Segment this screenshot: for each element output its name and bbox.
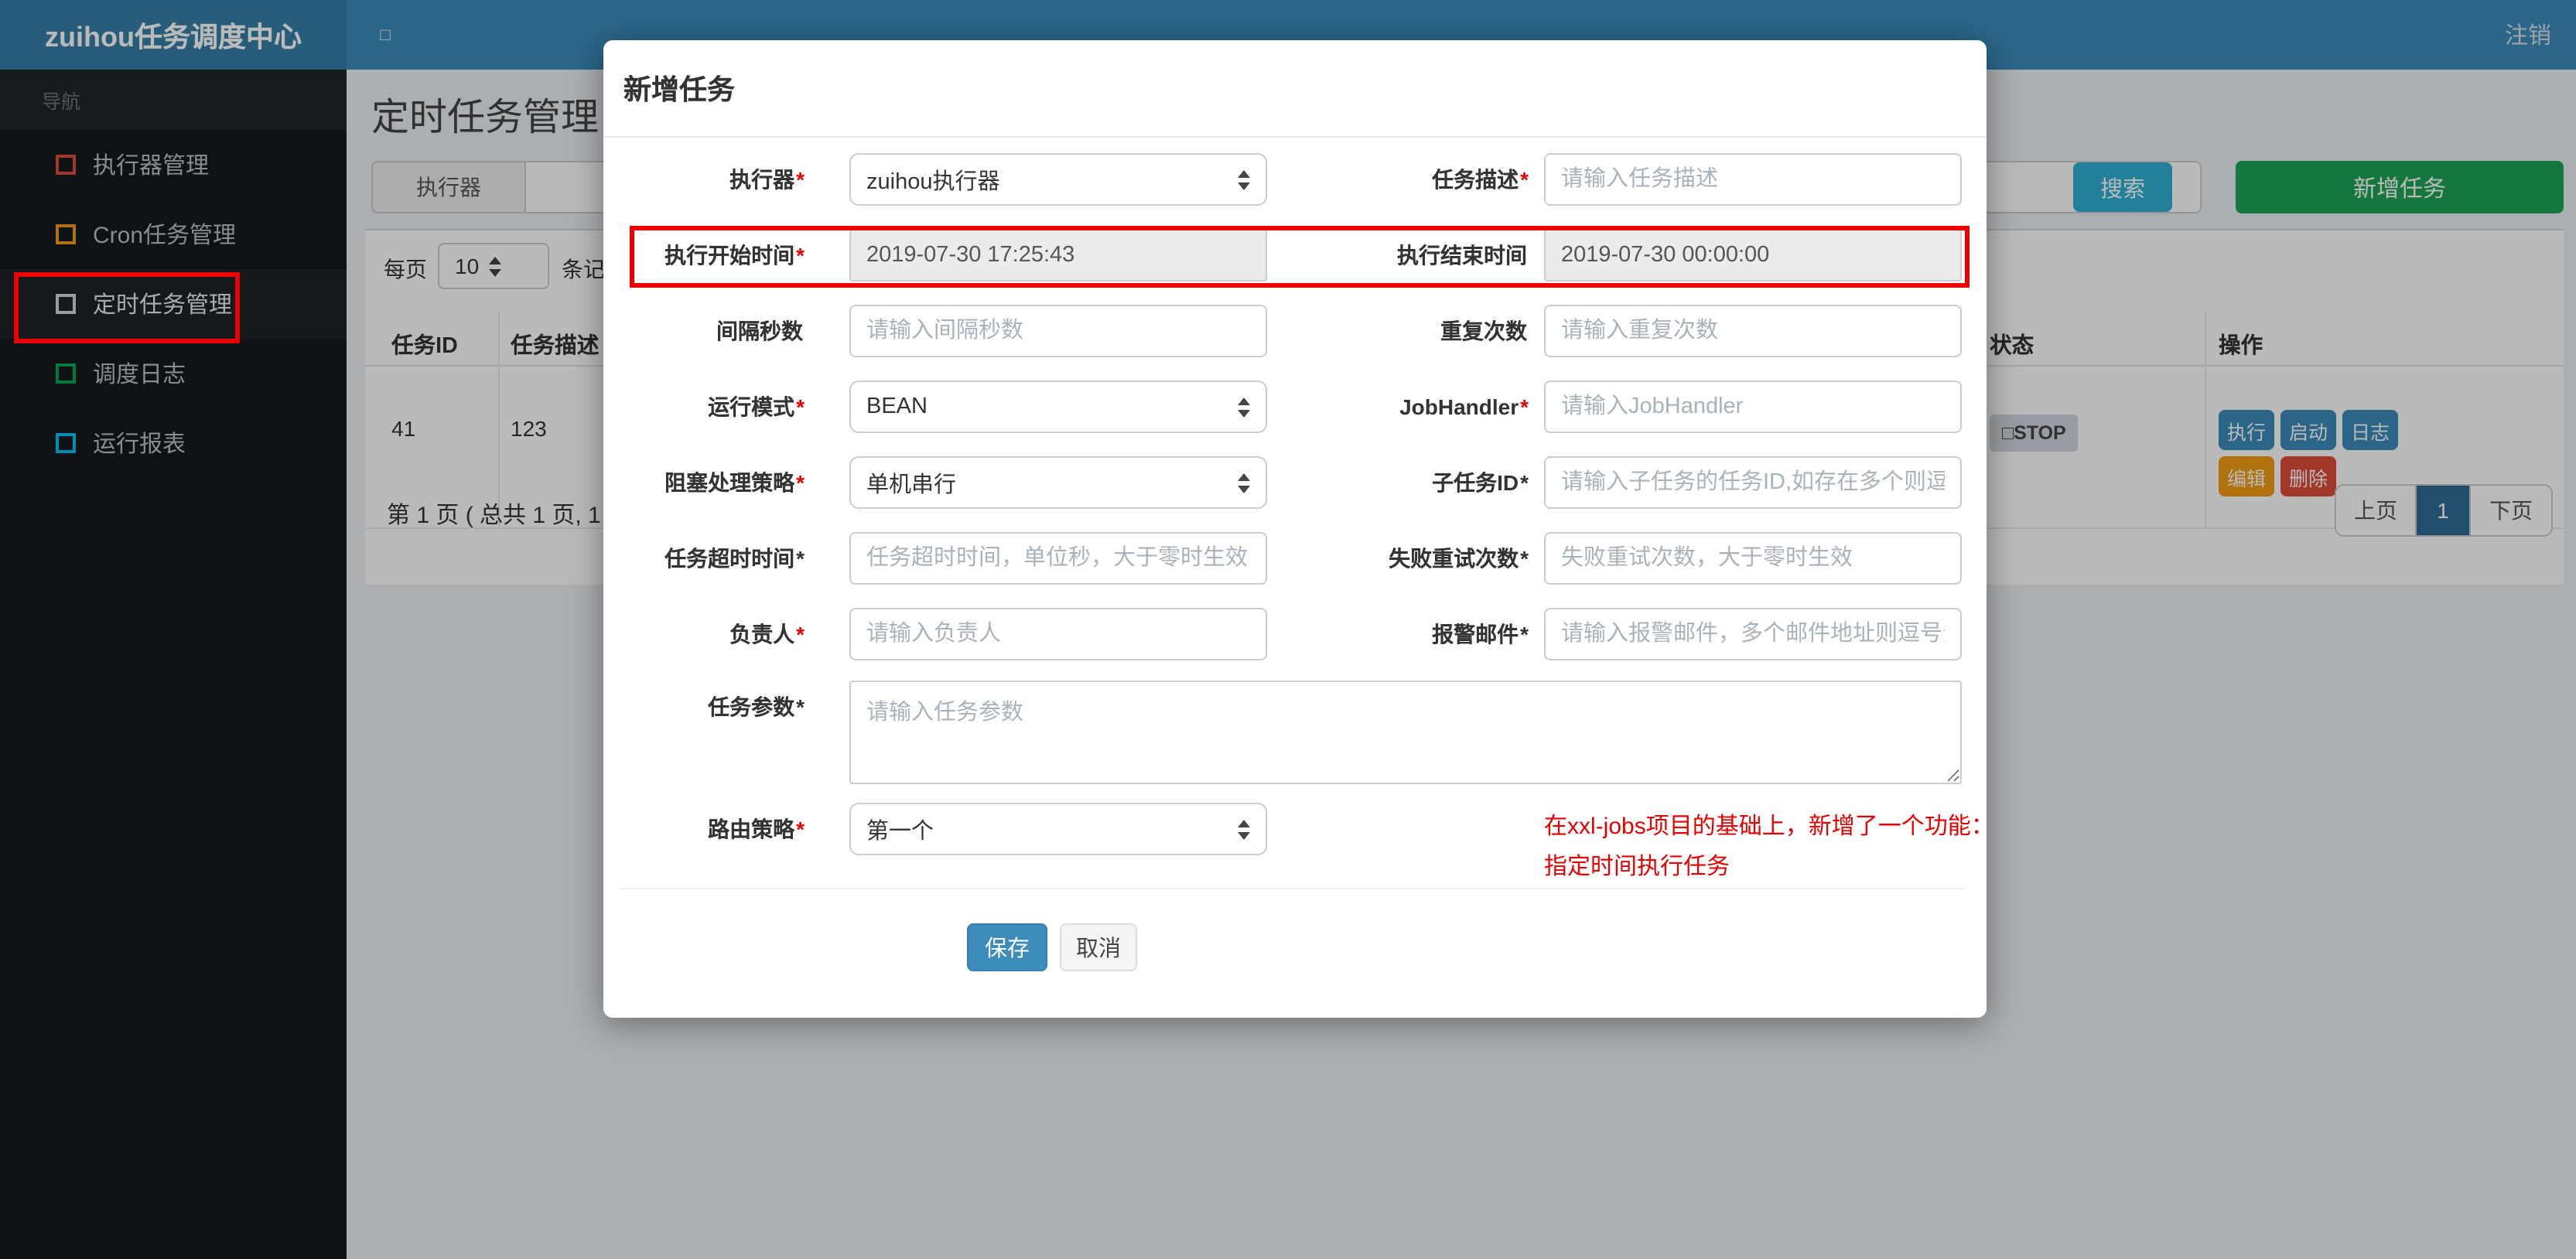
timeout-input[interactable]: [849, 532, 1267, 585]
task-params-textarea[interactable]: [849, 681, 1962, 784]
save-button[interactable]: 保存: [967, 923, 1047, 971]
jobhandler-input[interactable]: [1544, 380, 1962, 433]
repeat-input[interactable]: [1544, 305, 1962, 357]
cancel-button[interactable]: 取消: [1060, 923, 1137, 971]
modal-title: 新增任务: [624, 74, 735, 105]
executor-label: 执行器 *: [729, 167, 805, 192]
alert-email-input[interactable]: [1544, 608, 1962, 660]
select-arrows-icon: [1238, 397, 1250, 417]
start-time-label: 执行开始时间 *: [664, 243, 805, 268]
modal-header-divider: [603, 136, 1987, 138]
interval-input[interactable]: [849, 305, 1267, 357]
child-task-input[interactable]: [1544, 456, 1962, 509]
run-mode-select[interactable]: BEAN: [849, 380, 1267, 433]
task-params-label: 任务参数 *: [708, 694, 805, 719]
modal-footer-divider: [619, 888, 1965, 889]
route-strategy-label: 路由策略 *: [708, 817, 805, 841]
select-arrows-icon: [1238, 819, 1250, 839]
executor-select[interactable]: zuihou执行器: [849, 153, 1267, 206]
block-strategy-label: 阻塞处理策略 *: [664, 470, 805, 495]
retry-label: 失败重试次数 *: [1389, 546, 1529, 571]
repeat-label: 重复次数: [1440, 319, 1527, 343]
block-strategy-select[interactable]: 单机串行: [849, 456, 1267, 509]
task-desc-label: 任务描述 *: [1432, 167, 1529, 192]
child-task-label: 子任务ID *: [1432, 470, 1529, 495]
route-strategy-select[interactable]: 第一个: [849, 803, 1267, 855]
retry-input[interactable]: [1544, 532, 1962, 585]
select-arrows-icon: [1238, 169, 1250, 189]
feature-note-line1: 在xxl-jobs项目的基础上，新增了一个功能：: [1544, 814, 1994, 840]
run-mode-label: 运行模式 *: [708, 394, 805, 419]
start-time-input[interactable]: 2019-07-30 17:25:43: [849, 229, 1267, 281]
interval-label: 间隔秒数: [716, 319, 803, 343]
alert-email-label: 报警邮件 *: [1432, 622, 1529, 647]
add-task-modal: 新增任务 执行器* zuihou执行器 任务描述* 执行开始时间* 2019-0…: [603, 40, 1994, 1018]
app-root: zuihou任务调度中心 □ 注销 导航 执行器管理 Cron任务管理 定时任务…: [0, 0, 2576, 1259]
select-arrows-icon: [1238, 473, 1250, 493]
feature-note-line2: 指定时间执行任务: [1544, 854, 1730, 880]
timeout-label: 任务超时时间 *: [664, 546, 805, 571]
owner-input[interactable]: [849, 608, 1267, 660]
end-time-label: 执行结束时间: [1397, 243, 1527, 268]
owner-label: 负责人 *: [729, 622, 805, 647]
jobhandler-label: JobHandler *: [1399, 394, 1529, 419]
task-desc-input[interactable]: [1544, 153, 1962, 206]
end-time-input[interactable]: 2019-07-30 00:00:00: [1544, 229, 1962, 281]
